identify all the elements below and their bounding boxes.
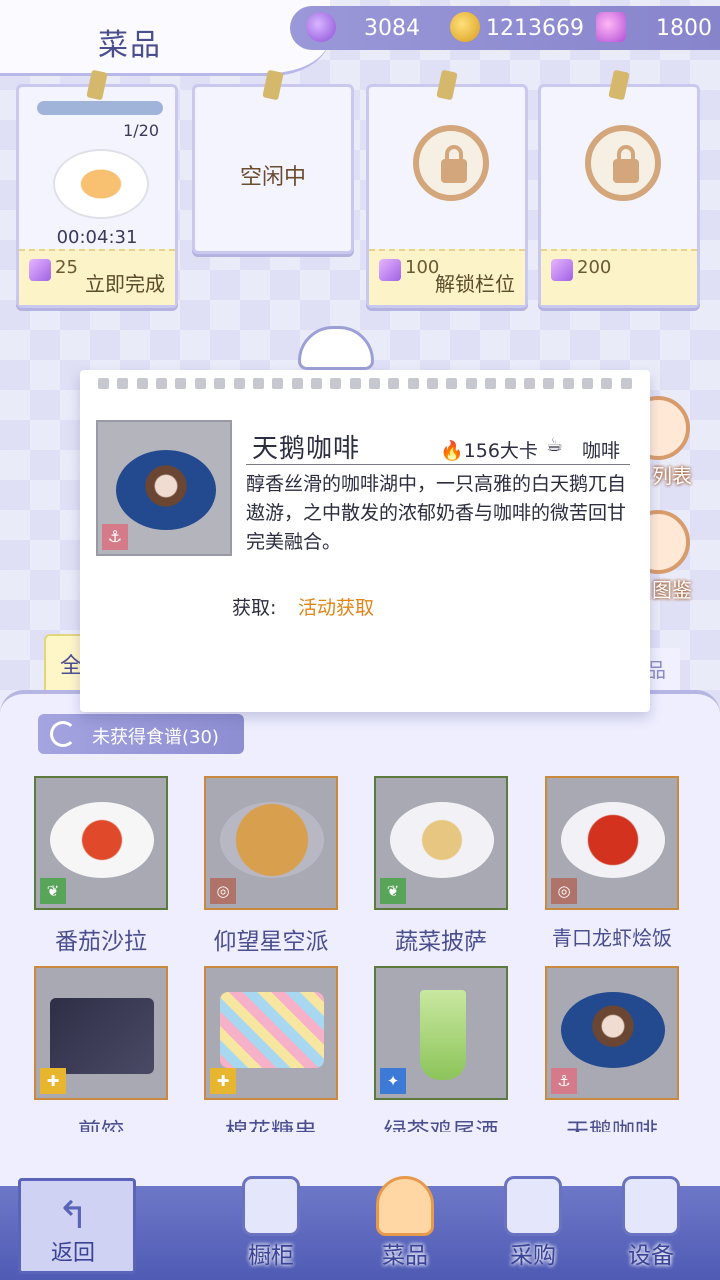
- progress-bar: [37, 101, 163, 115]
- unlock-slot-label: 解锁栏位: [435, 272, 515, 296]
- source-value[interactable]: 活动获取: [298, 593, 374, 620]
- dish-name: 绿茶鸡尾酒: [383, 1119, 499, 1132]
- progress-text: 1/20: [123, 121, 159, 140]
- nav-label: 橱柜: [248, 1243, 294, 1269]
- anchor-icon: ⚓: [551, 1068, 577, 1094]
- back-label: 返回: [51, 1241, 96, 1266]
- star-pie-image: [220, 802, 324, 878]
- snail-icon: ◎: [551, 878, 577, 904]
- purple-gem-icon: [306, 12, 336, 42]
- gold-coin-icon: [450, 12, 480, 42]
- dish-title: 天鹅咖啡: [252, 434, 361, 464]
- coffee-machine-icon: [622, 1176, 680, 1236]
- back-button[interactable]: ↰ 返回: [18, 1178, 136, 1274]
- finish-now-label: 立即完成: [85, 272, 165, 296]
- idle-status: 空闲中: [239, 165, 306, 190]
- filter-label: 未获得食谱(30): [92, 727, 219, 748]
- list-label: 列表: [652, 464, 692, 488]
- lock-icon: [585, 125, 661, 201]
- currency-purple-value: 3084: [364, 16, 420, 41]
- page-title: 菜品: [98, 28, 162, 63]
- nav-label: 设备: [628, 1243, 674, 1269]
- veggie-pizza-image: [390, 802, 494, 878]
- cook-timer: 00:04:31: [56, 227, 138, 248]
- calories: 🔥156大卡: [440, 436, 538, 463]
- calories-value: 156大卡: [463, 440, 538, 462]
- notebook-holes: [98, 378, 632, 390]
- nav-dishes[interactable]: 菜品: [350, 1176, 460, 1276]
- unlock-slot-button[interactable]: 100 解锁栏位: [369, 249, 525, 305]
- swan-coffee-image: [561, 992, 665, 1068]
- swan-gem-icon: [379, 259, 401, 281]
- cooking-station-3[interactable]: 100 解锁栏位: [366, 69, 528, 308]
- coffee-cup-image: [116, 450, 216, 530]
- cost-value: 25: [55, 257, 78, 278]
- snail-icon: ◎: [210, 878, 236, 904]
- puzzle-icon: ✚: [210, 1068, 236, 1094]
- burger-icon: [376, 1176, 434, 1236]
- nav-equipment[interactable]: 设备: [596, 1176, 706, 1276]
- swan-gem-icon: [551, 259, 573, 281]
- cooking-station-2[interactable]: 空闲中: [192, 69, 354, 254]
- cooking-station-1[interactable]: 1/20 00:04:31 25 立即完成: [16, 69, 178, 308]
- dish-name: 煎饺: [78, 1119, 124, 1132]
- spaghetti-dish-image: [53, 149, 149, 219]
- coffee-cup-icon: ☕: [546, 434, 564, 456]
- refresh-icon: [50, 721, 76, 747]
- green-tea-cocktail-image: [420, 990, 466, 1080]
- source-label: 获取:: [232, 597, 277, 619]
- dish-name: 棉花糖串: [225, 1119, 317, 1132]
- swan-coffee-detail-image: ⚓: [96, 420, 232, 556]
- dish-name: 仰望星空派: [213, 929, 329, 955]
- nav-label: 菜品: [382, 1243, 428, 1269]
- flame-icon: 🔥: [440, 440, 464, 462]
- swan-gem-plus-icon[interactable]: [596, 12, 626, 42]
- dish-name: 青口龙虾烩饭: [552, 926, 672, 950]
- dish-name: 蔬菜披萨: [395, 929, 487, 955]
- cooking-station-4[interactable]: 200: [538, 69, 700, 308]
- cabinet-icon: [242, 1176, 300, 1236]
- currency-gold-value: 1213669: [486, 16, 584, 41]
- dish-name: 番茄沙拉: [55, 929, 147, 955]
- back-arrow-icon: ↰: [57, 1193, 89, 1237]
- bulb-icon: ✦: [380, 1068, 406, 1094]
- tomato-salad-image: [50, 802, 154, 878]
- currency-swan-value: 1800: [656, 16, 712, 41]
- unlock-slot-button[interactable]: 200: [541, 249, 697, 305]
- unobtained-recipes-filter[interactable]: 未获得食谱(30): [38, 714, 244, 754]
- nav-cabinet[interactable]: 橱柜: [216, 1176, 326, 1276]
- dish-description: 醇香丝滑的咖啡湖中，一只高雅的白天鹅兀自遨游，之中散发的浓郁奶香与咖啡的微苦回甘…: [246, 473, 627, 553]
- nav-label: 采购: [510, 1243, 556, 1269]
- dish-name: 天鹅咖啡: [566, 1119, 658, 1132]
- album-label: 图鉴: [652, 578, 692, 602]
- category: ☕ 咖啡: [546, 434, 621, 463]
- swan-gem-icon: [29, 259, 51, 281]
- leaf-icon: ❦: [380, 878, 406, 904]
- anchor-icon: ⚓: [102, 524, 128, 550]
- marshmallow-skewer-image: [220, 992, 324, 1068]
- lock-icon: [413, 125, 489, 201]
- nav-purchase[interactable]: 采购: [478, 1176, 588, 1276]
- puzzle-icon: ✚: [40, 1068, 66, 1094]
- finish-now-button[interactable]: 25 立即完成: [19, 249, 175, 305]
- title-tab: 菜品: [0, 0, 330, 76]
- dumplings-image: [50, 998, 154, 1074]
- dish-detail-popup[interactable]: ⚓ 天鹅咖啡 🔥156大卡 ☕ 咖啡 醇香丝滑的咖啡湖中，一只高雅的白天鹅兀自遨游…: [80, 370, 650, 712]
- currency-strip: 3084 1213669 1800: [290, 6, 720, 50]
- top-bar: 菜品 3084 1213669 1800: [0, 0, 720, 76]
- category-label: 咖啡: [582, 440, 621, 462]
- leaf-icon: ❦: [40, 878, 66, 904]
- cost-value: 200: [577, 257, 612, 278]
- lobster-risotto-image: [561, 802, 665, 878]
- shopping-bag-icon: [504, 1176, 562, 1236]
- divider: [246, 464, 630, 465]
